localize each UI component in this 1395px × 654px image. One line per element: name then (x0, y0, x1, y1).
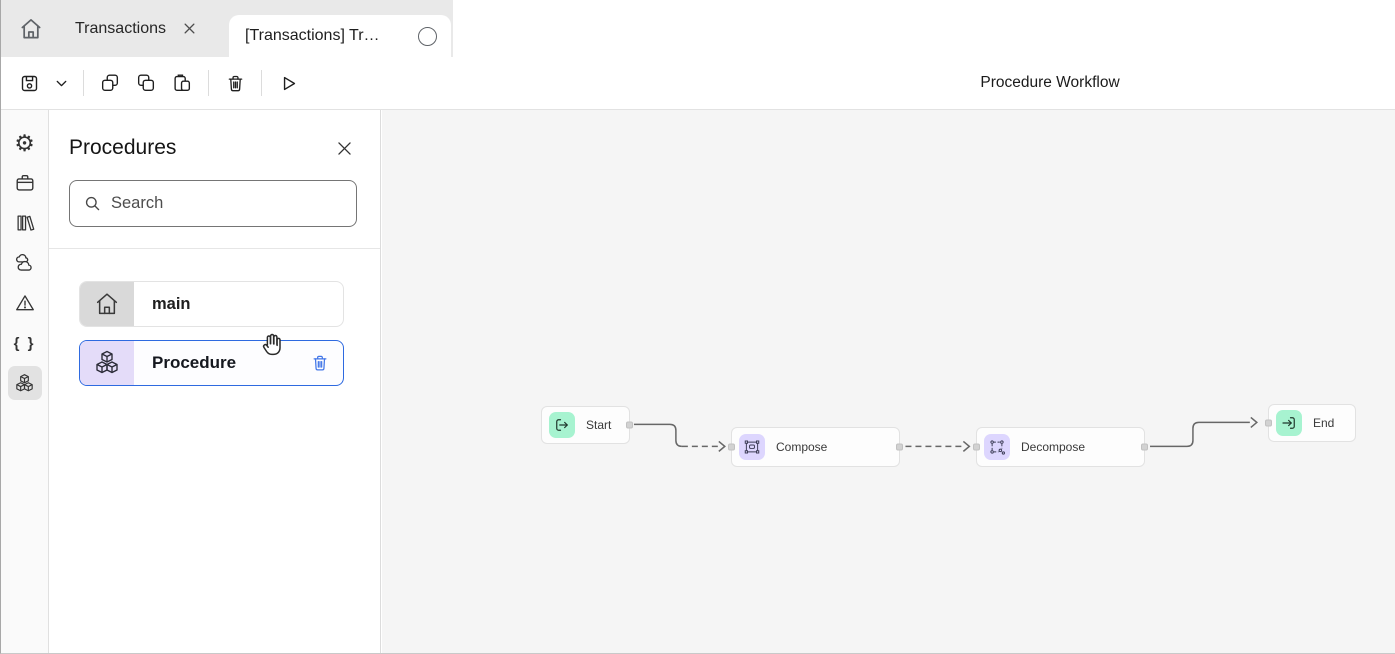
tab-bar: Transactions [Transactions] Tr… (1, 0, 453, 57)
app-window: Transactions [Transactions] Tr… (0, 0, 1395, 654)
list-item-label: main (152, 295, 191, 314)
node-label: Decompose (1021, 440, 1085, 454)
page-title: Procedure Workflow (980, 74, 1119, 92)
cubes-icon (13, 372, 36, 395)
toolbar: Procedure Workflow (1, 57, 1395, 110)
node-start[interactable]: Start (541, 406, 630, 444)
tab-label: [Transactions] Tr… (245, 27, 380, 45)
toolbar-separator (208, 70, 209, 96)
run-button[interactable] (270, 65, 306, 101)
node-label: Compose (776, 440, 827, 454)
tab-transactions[interactable]: Transactions (53, 0, 211, 57)
tab-status-circle-icon[interactable] (418, 27, 437, 46)
procedures-panel: Procedures main (49, 110, 381, 653)
chevron-down-icon (53, 75, 70, 92)
rail-item-warnings[interactable] (8, 286, 42, 320)
copy-icon (99, 72, 121, 94)
compose-icon (739, 434, 765, 460)
cubes-icon (80, 341, 134, 385)
trash-icon (225, 73, 246, 94)
search-icon (83, 194, 102, 213)
port-in[interactable] (973, 444, 980, 451)
procedure-list: main Procedure (49, 249, 380, 386)
panel-title: Procedures (69, 136, 176, 160)
warning-triangle-icon (14, 292, 36, 314)
clouds-icon (13, 252, 36, 275)
port-in[interactable] (1265, 420, 1272, 427)
decompose-icon (984, 434, 1010, 460)
duplicate-button[interactable] (128, 65, 164, 101)
save-options-button[interactable] (47, 65, 75, 101)
port-out[interactable] (626, 422, 633, 429)
clipboard-paste-icon (171, 72, 193, 94)
box-icon (14, 172, 36, 194)
node-label: End (1313, 416, 1334, 430)
home-icon (18, 16, 44, 42)
home-button[interactable] (9, 7, 53, 51)
port-in[interactable] (728, 444, 735, 451)
rail-item-storage[interactable] (8, 166, 42, 200)
tab-label: Transactions (75, 20, 166, 38)
search-box (69, 180, 357, 227)
rail-item-code[interactable]: { } (8, 326, 42, 360)
copy-button[interactable] (92, 65, 128, 101)
paste-button[interactable] (164, 65, 200, 101)
panel-close-button[interactable] (335, 139, 354, 158)
toolbar-separator (83, 70, 84, 96)
delete-button[interactable] (217, 65, 253, 101)
curly-braces-icon: { } (14, 335, 36, 352)
play-icon (278, 73, 299, 94)
port-out[interactable] (896, 444, 903, 451)
start-arrow-icon (549, 412, 575, 438)
rail-item-cloud[interactable] (8, 246, 42, 280)
delete-procedure-button[interactable] (310, 353, 330, 373)
toolbar-separator (261, 70, 262, 96)
end-arrow-icon (1276, 410, 1302, 436)
list-item-main[interactable]: main (79, 281, 344, 327)
home-icon (80, 282, 134, 326)
rail-item-procedures[interactable] (8, 366, 42, 400)
search-input[interactable] (111, 194, 343, 213)
duplicate-icon (135, 72, 157, 94)
list-item-label: Procedure (152, 353, 236, 373)
workflow-canvas[interactable]: Start Compose (382, 110, 1395, 653)
node-compose[interactable]: Compose (731, 427, 900, 467)
tab-transactions-detail[interactable]: [Transactions] Tr… (229, 15, 451, 57)
node-label: Start (586, 418, 611, 432)
panel-header: Procedures (49, 110, 380, 160)
rail-item-settings[interactable]: ⚙ (8, 126, 42, 160)
gear-icon: ⚙ (14, 132, 35, 155)
node-end[interactable]: End (1268, 404, 1356, 442)
node-decompose[interactable]: Decompose (976, 427, 1145, 467)
left-icon-rail: ⚙ (1, 110, 49, 653)
list-item-procedure[interactable]: Procedure (79, 340, 344, 386)
save-button[interactable] (11, 65, 47, 101)
rail-item-library[interactable] (8, 206, 42, 240)
books-icon (14, 212, 36, 234)
edge-layer (382, 110, 1395, 653)
floppy-disk-icon (19, 73, 40, 94)
port-out[interactable] (1141, 444, 1148, 451)
close-icon[interactable] (182, 21, 197, 36)
